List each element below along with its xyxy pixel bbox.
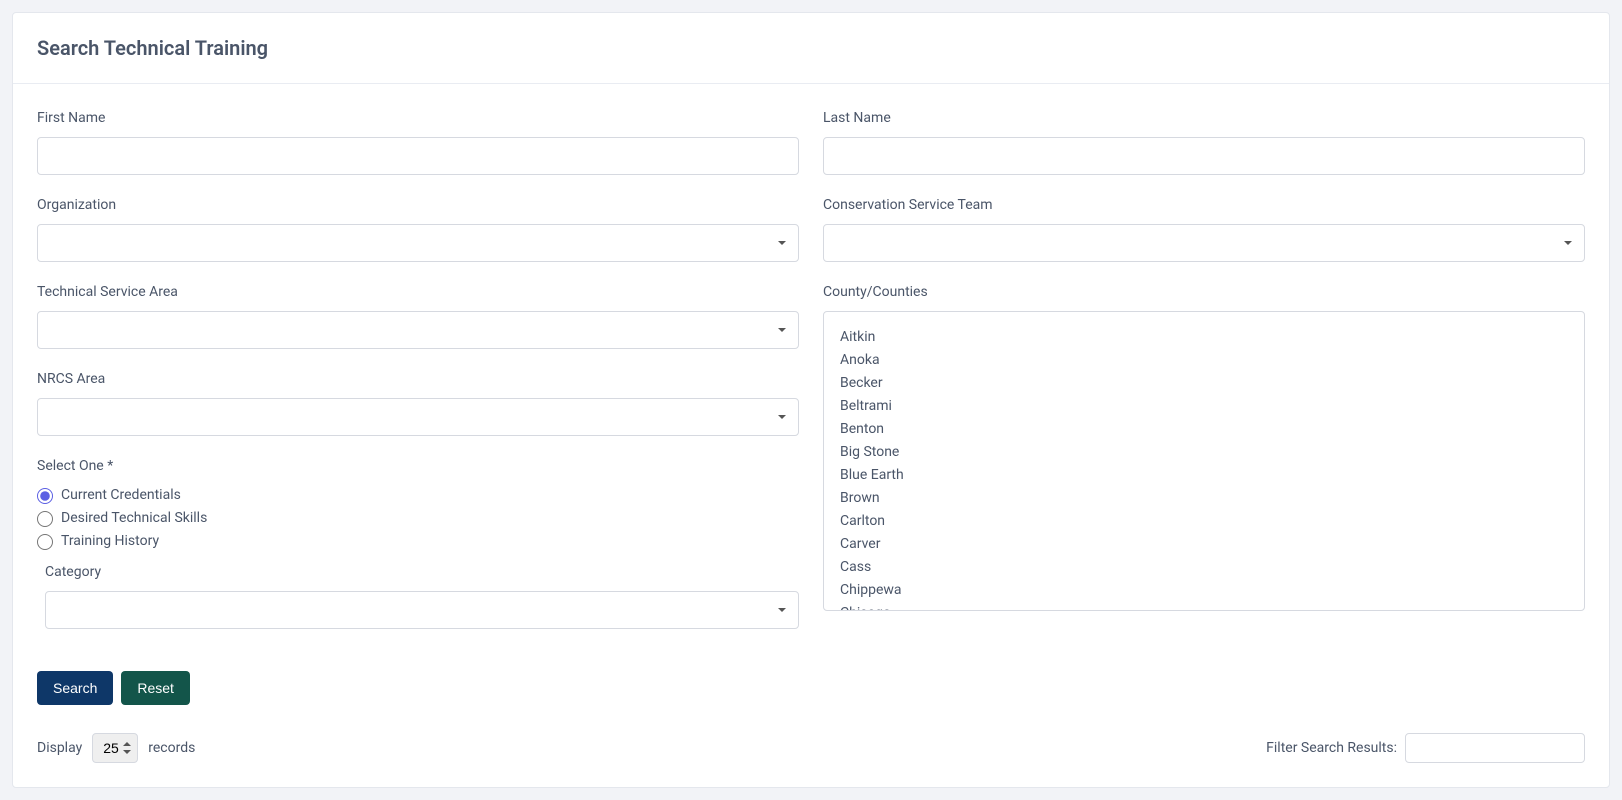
conservation-team-label: Conservation Service Team	[823, 195, 1585, 216]
right-column: Last Name Conservation Service Team Coun…	[823, 108, 1585, 649]
organization-group: Organization	[37, 195, 799, 262]
category-label: Category	[45, 562, 799, 583]
button-row: Search Reset	[37, 671, 1585, 705]
counties-label: County/Counties	[823, 282, 1585, 303]
reset-button[interactable]: Reset	[121, 671, 190, 705]
display-label: Display	[37, 738, 82, 759]
last-name-group: Last Name	[823, 108, 1585, 175]
radio-current[interactable]	[37, 488, 53, 504]
records-label: records	[148, 738, 195, 759]
county-option[interactable]: Big Stone	[840, 441, 1568, 464]
organization-select[interactable]	[37, 224, 799, 262]
county-option[interactable]: Carver	[840, 533, 1568, 556]
nrcs-select[interactable]	[37, 398, 799, 436]
first-name-input[interactable]	[37, 137, 799, 175]
county-option[interactable]: Becker	[840, 372, 1568, 395]
last-name-input[interactable]	[823, 137, 1585, 175]
last-name-label: Last Name	[823, 108, 1585, 129]
table-controls-row: Display 25 records Filter Search Results…	[37, 733, 1585, 763]
radio-history-row: Training History	[37, 531, 799, 552]
radio-desired-label[interactable]: Desired Technical Skills	[61, 508, 207, 529]
first-name-group: First Name	[37, 108, 799, 175]
county-option[interactable]: Chippewa	[840, 579, 1568, 602]
radio-history-label[interactable]: Training History	[61, 531, 159, 552]
radio-history[interactable]	[37, 534, 53, 550]
radio-desired-row: Desired Technical Skills	[37, 508, 799, 529]
select-one-label: Select One *	[37, 456, 799, 477]
page-title: Search Technical Training	[37, 33, 1585, 63]
tsa-group: Technical Service Area	[37, 282, 799, 349]
county-option[interactable]: Cass	[840, 556, 1568, 579]
filter-label: Filter Search Results:	[1266, 738, 1397, 759]
select-one-group: Select One * Current Credentials Desired…	[37, 456, 799, 629]
radio-group: Current Credentials Desired Technical Sk…	[37, 485, 799, 552]
county-option[interactable]: Blue Earth	[840, 464, 1568, 487]
radio-current-row: Current Credentials	[37, 485, 799, 506]
conservation-team-select[interactable]	[823, 224, 1585, 262]
counties-listbox[interactable]: AitkinAnokaBeckerBeltramiBentonBig Stone…	[823, 311, 1585, 611]
category-select[interactable]	[45, 591, 799, 629]
tsa-label: Technical Service Area	[37, 282, 799, 303]
county-option[interactable]: Chisago	[840, 602, 1568, 611]
county-option[interactable]: Aitkin	[840, 326, 1568, 349]
search-card: Search Technical Training First Name Org…	[12, 12, 1610, 788]
county-option[interactable]: Anoka	[840, 349, 1568, 372]
nrcs-label: NRCS Area	[37, 369, 799, 390]
display-group: Display 25 records	[37, 733, 195, 763]
nrcs-group: NRCS Area	[37, 369, 799, 436]
filter-input[interactable]	[1405, 733, 1585, 763]
county-option[interactable]: Carlton	[840, 510, 1568, 533]
first-name-label: First Name	[37, 108, 799, 129]
category-group: Category	[45, 562, 799, 629]
filter-group: Filter Search Results:	[1266, 733, 1585, 763]
radio-desired[interactable]	[37, 511, 53, 527]
tsa-select[interactable]	[37, 311, 799, 349]
form-row: First Name Organization Technical Servic…	[37, 108, 1585, 649]
county-option[interactable]: Benton	[840, 418, 1568, 441]
page-size-select[interactable]: 25	[92, 733, 138, 763]
organization-label: Organization	[37, 195, 799, 216]
radio-current-label[interactable]: Current Credentials	[61, 485, 181, 506]
card-body: First Name Organization Technical Servic…	[13, 84, 1609, 787]
county-option[interactable]: Brown	[840, 487, 1568, 510]
county-option[interactable]: Beltrami	[840, 395, 1568, 418]
search-button[interactable]: Search	[37, 671, 113, 705]
counties-group: County/Counties AitkinAnokaBeckerBeltram…	[823, 282, 1585, 611]
card-header: Search Technical Training	[13, 13, 1609, 84]
left-column: First Name Organization Technical Servic…	[37, 108, 799, 649]
conservation-team-group: Conservation Service Team	[823, 195, 1585, 262]
